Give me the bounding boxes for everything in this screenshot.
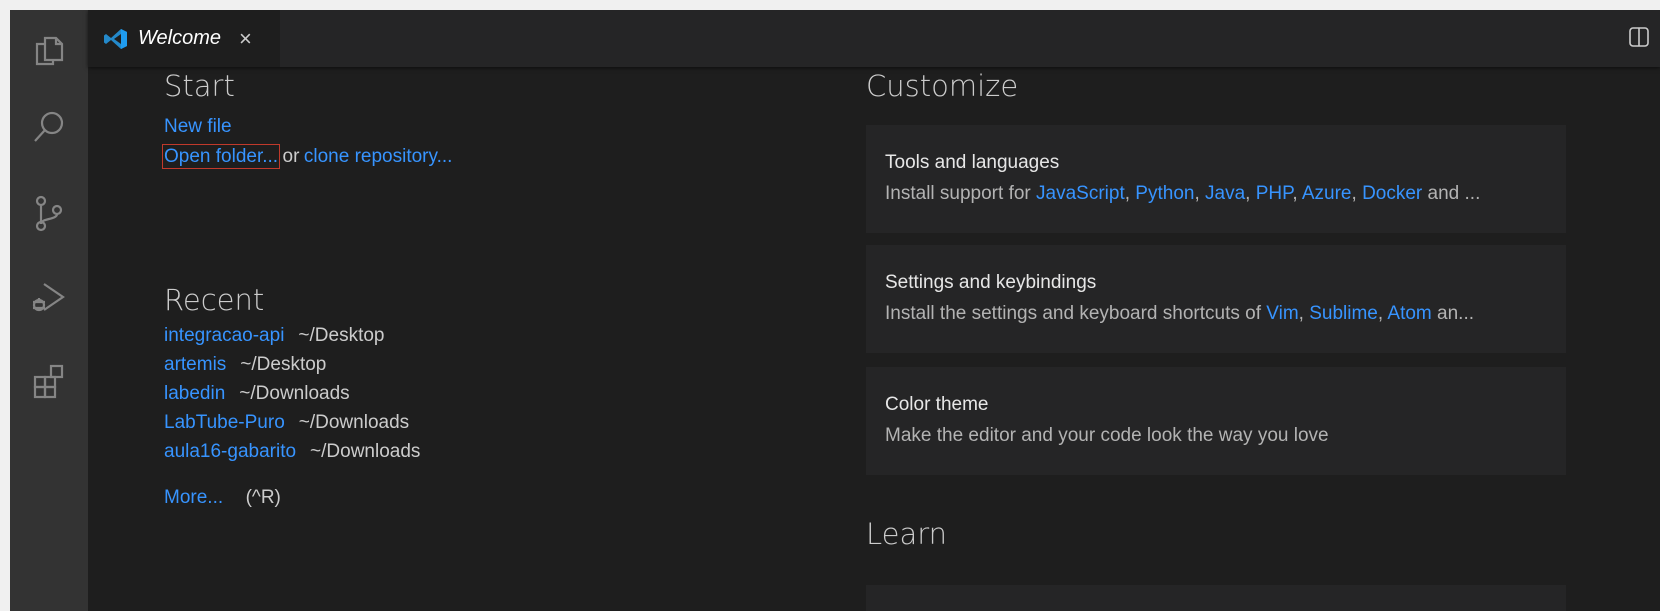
desc-prefix: Install the settings and keyboard shortc…: [885, 303, 1267, 324]
desc-separator: ,: [1124, 183, 1136, 204]
card-tools-languages[interactable]: Tools and languages Install support for …: [866, 125, 1566, 233]
recent-item-name[interactable]: integracao-api: [164, 325, 284, 346]
desc-suffix: an...: [1431, 303, 1475, 324]
card-title: Settings and keybindings: [885, 272, 1097, 293]
recent-item-path: ~/Downloads: [298, 412, 410, 433]
clone-repository-link[interactable]: clone repository...: [304, 146, 453, 167]
recent-item-name[interactable]: labedin: [164, 383, 225, 404]
recent-item-name[interactable]: aula16-gabarito: [164, 441, 296, 462]
desc-separator: ,: [1292, 183, 1302, 204]
desc-link[interactable]: JavaScript: [1036, 183, 1125, 204]
learn-heading: Learn: [866, 517, 948, 551]
card-description: Make the editor and your code look the w…: [885, 425, 1329, 446]
card-learn-partial[interactable]: [866, 585, 1566, 611]
customize-heading: Customize: [866, 69, 1019, 103]
more-recent-link[interactable]: More...: [164, 487, 223, 508]
desc-link[interactable]: PHP: [1256, 183, 1293, 204]
desc-link[interactable]: Docker: [1362, 183, 1422, 204]
close-icon[interactable]: ×: [239, 27, 252, 50]
vscode-window: Welcome × Start New file Open folder... …: [10, 10, 1660, 611]
recent-item-name[interactable]: LabTube-Puro: [164, 412, 285, 433]
activity-bar: [10, 10, 88, 611]
card-settings-keybindings[interactable]: Settings and keybindings Install the set…: [866, 245, 1566, 353]
vscode-logo-icon: [104, 27, 128, 51]
desc-link[interactable]: Java: [1205, 183, 1245, 204]
open-folder-link[interactable]: Open folder...: [161, 144, 281, 169]
card-title: Color theme: [885, 394, 989, 415]
desc-separator: ,: [1351, 183, 1363, 204]
desc-separator: ,: [1245, 183, 1256, 204]
tab-welcome[interactable]: Welcome ×: [88, 10, 280, 67]
recent-item-name[interactable]: artemis: [164, 354, 226, 375]
new-file-link[interactable]: New file: [164, 116, 232, 137]
or-text: or: [282, 146, 300, 167]
start-heading: Start: [164, 69, 235, 103]
desc-separator: ,: [1194, 183, 1206, 204]
source-control-icon[interactable]: [30, 194, 68, 232]
run-debug-icon[interactable]: [30, 278, 68, 316]
recent-item: aula16-gabarito ~/Downloads: [164, 441, 420, 470]
desc-link[interactable]: Sublime: [1309, 303, 1378, 324]
card-description: Install support for JavaScript, Python, …: [885, 183, 1480, 205]
recent-item-path: ~/Desktop: [298, 325, 385, 346]
card-description: Install the settings and keyboard shortc…: [885, 303, 1474, 325]
recent-item: LabTube-Puro ~/Downloads: [164, 412, 409, 441]
desc-link[interactable]: Vim: [1266, 303, 1298, 324]
welcome-page: Start New file Open folder... or clone r…: [88, 67, 1660, 611]
desc-link[interactable]: Python: [1135, 183, 1194, 204]
desc-link[interactable]: Azure: [1302, 183, 1352, 204]
card-title: Tools and languages: [885, 152, 1060, 173]
split-editor-icon[interactable]: [1628, 26, 1650, 48]
recent-item-path: ~/Downloads: [239, 383, 350, 404]
desc-separator: ,: [1298, 303, 1310, 324]
recent-item: artemis ~/Desktop: [164, 354, 326, 383]
recent-item-path: ~/Desktop: [240, 354, 327, 375]
desc-prefix: Install support for: [885, 183, 1037, 204]
tab-title: Welcome: [138, 27, 221, 49]
recent-item-path: ~/Downloads: [310, 441, 421, 462]
desc-separator: ,: [1377, 303, 1388, 324]
desc-link[interactable]: Atom: [1387, 303, 1431, 324]
card-color-theme[interactable]: Color theme Make the editor and your cod…: [866, 367, 1566, 475]
tab-bar: Welcome ×: [88, 10, 1660, 67]
recent-item: labedin ~/Downloads: [164, 383, 350, 412]
desc-suffix: and ...: [1422, 183, 1481, 204]
recent-heading: Recent: [164, 283, 265, 317]
recent-item: integracao-api ~/Desktop: [164, 325, 385, 354]
explorer-icon[interactable]: [30, 32, 68, 70]
more-shortcut: (^R): [245, 487, 281, 508]
extensions-icon[interactable]: [30, 362, 68, 400]
search-icon[interactable]: [30, 108, 68, 146]
